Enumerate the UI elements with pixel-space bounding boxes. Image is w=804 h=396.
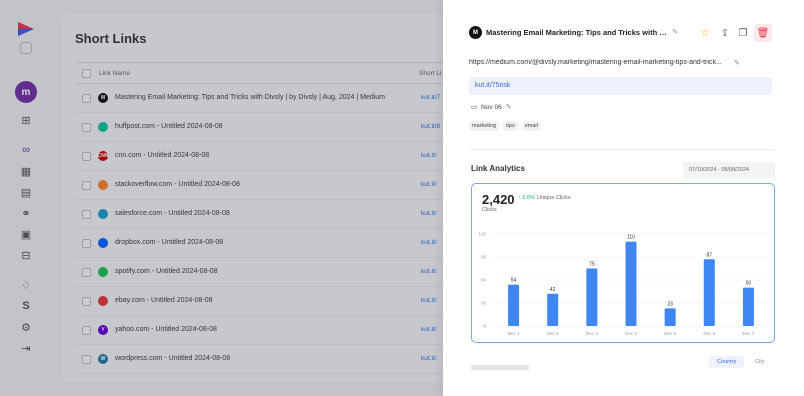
date-range-picker[interactable]: 07/10/2024 - 08/08/2024 bbox=[683, 162, 775, 178]
bar[interactable] bbox=[742, 287, 754, 326]
bar-value-label: 23 bbox=[667, 301, 673, 307]
bar-value-label: 50 bbox=[746, 281, 752, 287]
bar-value-label: 75 bbox=[589, 262, 595, 268]
destination-url[interactable]: https://medium.com/@divsly.marketing/mas… bbox=[469, 59, 731, 66]
panel-title-text: Mastering Email Marketing: Tips and Tric… bbox=[486, 28, 670, 37]
delete-icon[interactable]: 🗑 bbox=[754, 24, 772, 42]
medium-icon: M bbox=[469, 26, 482, 39]
location-toggle: Country City bbox=[471, 356, 775, 374]
bar-value-label: 87 bbox=[707, 252, 713, 258]
x-tick-label: Dec 4 bbox=[625, 331, 637, 336]
app: m ⊞ ∞ ▦ ▤ ⚭ ▣ ⊟ ♢ S ⚙ ⇥ Short Links Link… bbox=[0, 0, 804, 396]
clicks-chart-card: 2,420 ↑ 2.6% Unique Clicks Clicks 0 30 60 9… bbox=[471, 183, 775, 343]
unique-clicks-label: Unique Clicks bbox=[537, 195, 571, 201]
edit-date-pencil-icon[interactable]: ✎ bbox=[506, 103, 512, 111]
y-tick-label: 30 bbox=[481, 301, 487, 306]
y-tick-label: 0 bbox=[483, 324, 486, 329]
tags-list: marketing tips email bbox=[469, 121, 541, 131]
edit-title-pencil-icon[interactable]: ✎ bbox=[672, 28, 678, 36]
y-tick-label: 120 bbox=[478, 232, 486, 237]
modal-overlay[interactable] bbox=[0, 0, 443, 396]
x-tick-label: Dec 3 bbox=[586, 331, 598, 336]
clicks-bar-chart: 0 30 60 90 120 54 Dec 1 42 Dec 2 75 Dec 3 110 Dec 4 2… bbox=[478, 232, 768, 336]
x-tick-label: Dec 6 bbox=[703, 331, 715, 336]
x-tick-label: Dec 7 bbox=[743, 331, 755, 336]
star-icon[interactable]: ☆ bbox=[696, 24, 714, 42]
tag[interactable]: email bbox=[521, 121, 541, 131]
y-tick-label: 90 bbox=[481, 255, 487, 260]
x-tick-label: Dec 5 bbox=[664, 331, 676, 336]
copy-icon[interactable]: ❐ bbox=[734, 24, 752, 42]
bar[interactable] bbox=[703, 259, 715, 326]
divider bbox=[469, 149, 774, 150]
tag[interactable]: marketing bbox=[469, 121, 500, 131]
calendar-icon: ▭ bbox=[471, 104, 478, 111]
x-tick-label: Dec 1 bbox=[508, 331, 520, 336]
total-clicks: 2,420 bbox=[482, 192, 515, 207]
tag[interactable]: tips bbox=[503, 121, 518, 131]
share-icon[interactable]: ⇪ bbox=[716, 24, 734, 42]
country-tab[interactable]: Country bbox=[709, 356, 745, 368]
clicks-label: Clicks bbox=[482, 207, 497, 213]
city-tab[interactable]: City bbox=[747, 356, 772, 368]
analytics-title: Link Analytics bbox=[471, 164, 525, 173]
bar[interactable] bbox=[664, 308, 676, 326]
bar-value-label: 42 bbox=[550, 287, 556, 293]
edit-url-pencil-icon[interactable]: ✎ bbox=[734, 59, 740, 67]
short-link[interactable]: kut.it/75nsk bbox=[469, 77, 772, 95]
link-detail-panel: M Mastering Email Marketing: Tips and Tr… bbox=[443, 0, 804, 396]
bar-value-label: 54 bbox=[511, 278, 517, 284]
panel-actions: ☆ ⇪ ❐ 🗑 bbox=[693, 21, 773, 45]
bar[interactable] bbox=[586, 268, 598, 327]
date-row: ▭ Nov 06 ✎ bbox=[471, 103, 512, 112]
bar[interactable] bbox=[508, 284, 520, 326]
bar[interactable] bbox=[625, 241, 637, 326]
x-tick-label: Dec 2 bbox=[547, 331, 559, 336]
y-tick-label: 60 bbox=[481, 278, 487, 283]
bar-value-label: 110 bbox=[627, 235, 635, 241]
panel-title: Mastering Email Marketing: Tips and Tric… bbox=[486, 28, 670, 37]
bar[interactable] bbox=[547, 293, 559, 326]
created-date: Nov 06 bbox=[481, 103, 502, 111]
change-badge: ↑ 2.6% bbox=[518, 195, 535, 201]
